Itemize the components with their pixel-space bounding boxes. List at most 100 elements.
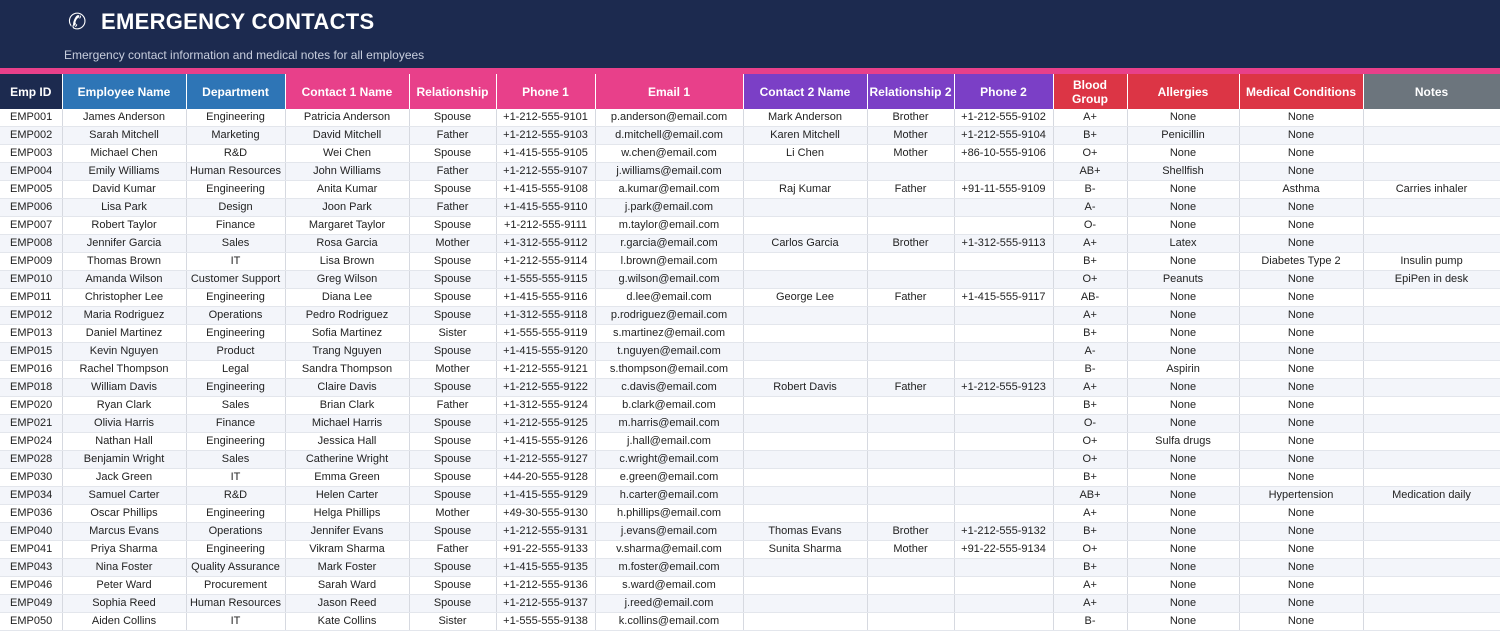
cell-department[interactable]: Quality Assurance [186, 558, 286, 577]
cell-emp-id[interactable]: EMP015 [0, 342, 63, 361]
cell-relationship[interactable]: Spouse [409, 252, 497, 271]
cell-emp-id[interactable]: EMP049 [0, 594, 63, 613]
cell-email-1[interactable]: a.kumar@email.com [595, 180, 744, 199]
cell-contact-2-name[interactable] [743, 198, 868, 217]
cell-relationship-2[interactable] [867, 594, 955, 613]
cell-phone-1[interactable]: +1-212-555-9121 [496, 360, 596, 379]
cell-phone-1[interactable]: +91-22-555-9133 [496, 540, 596, 559]
cell-emp-id[interactable]: EMP004 [0, 162, 63, 181]
cell-phone-2[interactable]: +1-312-555-9113 [954, 234, 1054, 253]
cell-email-1[interactable]: g.wilson@email.com [595, 270, 744, 289]
cell-blood-group[interactable]: O+ [1053, 432, 1128, 451]
cell-contact-1-name[interactable]: Claire Davis [285, 378, 410, 397]
cell-department[interactable]: Operations [186, 306, 286, 325]
column-header-relationship-2[interactable]: Relationship 2 [867, 74, 955, 109]
cell-email-1[interactable]: s.martinez@email.com [595, 324, 744, 343]
cell-notes[interactable]: EpiPen in desk [1363, 270, 1500, 289]
cell-emp-id[interactable]: EMP028 [0, 450, 63, 469]
cell-phone-2[interactable]: +86-10-555-9106 [954, 144, 1054, 163]
cell-allergies[interactable]: None [1127, 486, 1240, 505]
table-row[interactable]: EMP001 James Anderson Engineering Patricia … [0, 109, 1500, 127]
table-row[interactable]: EMP028 Benjamin Wright Sales Catherine Wrig… [0, 450, 1500, 469]
cell-notes[interactable] [1363, 378, 1500, 397]
cell-department[interactable]: Finance [186, 414, 286, 433]
cell-relationship-2[interactable] [867, 252, 955, 271]
cell-contact-2-name[interactable] [743, 558, 868, 577]
cell-relationship[interactable]: Spouse [409, 288, 497, 307]
cell-email-1[interactable]: j.park@email.com [595, 198, 744, 217]
cell-notes[interactable] [1363, 288, 1500, 307]
cell-allergies[interactable]: None [1127, 342, 1240, 361]
cell-phone-1[interactable]: +49-30-555-9130 [496, 504, 596, 523]
cell-phone-2[interactable] [954, 198, 1054, 217]
cell-phone-1[interactable]: +1-212-555-9125 [496, 414, 596, 433]
cell-relationship[interactable]: Spouse [409, 216, 497, 235]
cell-contact-2-name[interactable]: Sunita Sharma [743, 540, 868, 559]
cell-medical-conditions[interactable]: Diabetes Type 2 [1239, 252, 1364, 271]
cell-emp-id[interactable]: EMP043 [0, 558, 63, 577]
cell-department[interactable]: Procurement [186, 576, 286, 595]
cell-relationship[interactable]: Father [409, 198, 497, 217]
cell-employee-name[interactable]: Sarah Mitchell [62, 126, 187, 145]
cell-blood-group[interactable]: B+ [1053, 558, 1128, 577]
cell-email-1[interactable]: j.reed@email.com [595, 594, 744, 613]
cell-allergies[interactable]: None [1127, 306, 1240, 325]
cell-allergies[interactable]: None [1127, 216, 1240, 235]
column-header-email-1[interactable]: Email 1 [595, 74, 744, 109]
cell-blood-group[interactable]: AB- [1053, 288, 1128, 307]
cell-medical-conditions[interactable]: None [1239, 450, 1364, 469]
cell-blood-group[interactable]: O+ [1053, 270, 1128, 289]
column-header-allergies[interactable]: Allergies [1127, 74, 1240, 109]
cell-relationship[interactable]: Mother [409, 504, 497, 523]
cell-blood-group[interactable]: B- [1053, 612, 1128, 631]
cell-emp-id[interactable]: EMP018 [0, 378, 63, 397]
cell-contact-1-name[interactable]: Trang Nguyen [285, 342, 410, 361]
cell-contact-2-name[interactable]: Carlos Garcia [743, 234, 868, 253]
cell-medical-conditions[interactable]: None [1239, 594, 1364, 613]
cell-relationship[interactable]: Spouse [409, 558, 497, 577]
cell-notes[interactable] [1363, 109, 1500, 127]
cell-medical-conditions[interactable]: None [1239, 324, 1364, 343]
cell-phone-1[interactable]: +1-415-555-9135 [496, 558, 596, 577]
cell-notes[interactable] [1363, 612, 1500, 631]
cell-department[interactable]: Engineering [186, 540, 286, 559]
cell-department[interactable]: R&D [186, 486, 286, 505]
cell-emp-id[interactable]: EMP002 [0, 126, 63, 145]
cell-allergies[interactable]: None [1127, 540, 1240, 559]
cell-contact-1-name[interactable]: Diana Lee [285, 288, 410, 307]
cell-phone-2[interactable] [954, 396, 1054, 415]
cell-contact-2-name[interactable]: Karen Mitchell [743, 126, 868, 145]
cell-medical-conditions[interactable]: None [1239, 612, 1364, 631]
cell-relationship[interactable]: Father [409, 162, 497, 181]
cell-contact-2-name[interactable] [743, 342, 868, 361]
cell-employee-name[interactable]: Aiden Collins [62, 612, 187, 631]
cell-contact-1-name[interactable]: Pedro Rodriguez [285, 306, 410, 325]
cell-medical-conditions[interactable]: Asthma [1239, 180, 1364, 199]
cell-emp-id[interactable]: EMP046 [0, 576, 63, 595]
cell-notes[interactable] [1363, 414, 1500, 433]
cell-phone-2[interactable] [954, 612, 1054, 631]
cell-relationship[interactable]: Sister [409, 612, 497, 631]
cell-department[interactable]: R&D [186, 144, 286, 163]
cell-medical-conditions[interactable]: Hypertension [1239, 486, 1364, 505]
cell-medical-conditions[interactable]: None [1239, 109, 1364, 127]
column-header-employee-name[interactable]: Employee Name [62, 74, 187, 109]
cell-phone-2[interactable] [954, 342, 1054, 361]
cell-email-1[interactable]: j.evans@email.com [595, 522, 744, 541]
cell-blood-group[interactable]: B- [1053, 360, 1128, 379]
table-row[interactable]: EMP011 Christopher Lee Engineering Diana Le… [0, 288, 1500, 307]
cell-emp-id[interactable]: EMP041 [0, 540, 63, 559]
cell-blood-group[interactable]: O- [1053, 216, 1128, 235]
cell-phone-1[interactable]: +1-415-555-9116 [496, 288, 596, 307]
cell-phone-2[interactable] [954, 450, 1054, 469]
cell-contact-2-name[interactable] [743, 414, 868, 433]
cell-medical-conditions[interactable]: None [1239, 144, 1364, 163]
cell-email-1[interactable]: k.collins@email.com [595, 612, 744, 631]
cell-phone-2[interactable] [954, 414, 1054, 433]
cell-contact-1-name[interactable]: Jason Reed [285, 594, 410, 613]
cell-email-1[interactable]: j.hall@email.com [595, 432, 744, 451]
table-row[interactable]: EMP046 Peter Ward Procurement Sarah Ward Spo… [0, 576, 1500, 595]
cell-allergies[interactable]: Aspirin [1127, 360, 1240, 379]
cell-email-1[interactable]: h.carter@email.com [595, 486, 744, 505]
cell-notes[interactable] [1363, 522, 1500, 541]
